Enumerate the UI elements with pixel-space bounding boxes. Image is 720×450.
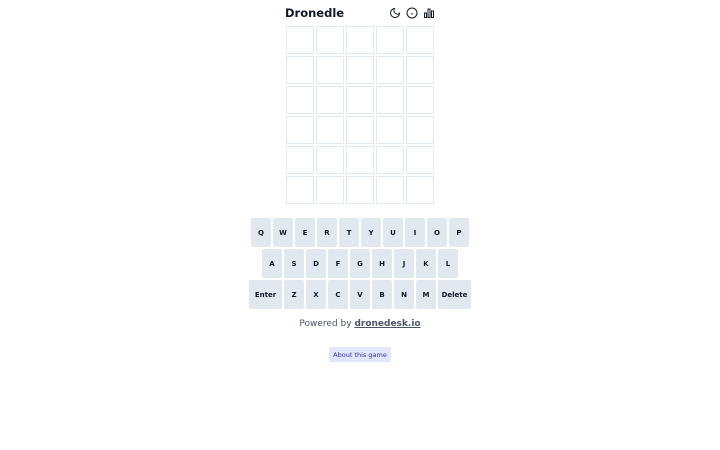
powered-by: Powered by dronedesk.io	[0, 319, 720, 329]
keyboard-row-1: QWERTYUIOP	[0, 218, 720, 247]
key-c[interactable]: C	[328, 280, 348, 309]
powered-by-prefix: Powered by	[299, 319, 352, 329]
dronedesk-link[interactable]: dronedesk.io	[354, 319, 420, 329]
moon-icon[interactable]	[388, 7, 401, 20]
grid-cell	[316, 116, 344, 144]
guess-grid	[286, 26, 434, 204]
key-e[interactable]: E	[295, 218, 315, 247]
bar-chart-icon[interactable]	[422, 7, 435, 20]
grid-cell	[406, 56, 434, 84]
grid-cell	[376, 176, 404, 204]
grid-cell	[346, 116, 374, 144]
key-t[interactable]: T	[339, 218, 359, 247]
grid-cell	[286, 86, 314, 114]
key-enter[interactable]: Enter	[249, 280, 282, 309]
keyboard: QWERTYUIOP ASDFGHJKL Enter Z X C V B N M Delete	[0, 218, 720, 311]
key-j[interactable]: J	[394, 249, 414, 278]
grid-cell	[376, 116, 404, 144]
game-title: Dronedle	[285, 6, 345, 20]
grid-cell	[406, 26, 434, 54]
game-app: Dronedle QWERTYUIOP ASDFGHJKL Enter Z X C V B…	[0, 0, 720, 450]
key-d[interactable]: D	[306, 249, 326, 278]
key-v[interactable]: V	[350, 280, 370, 309]
grid-cell	[346, 176, 374, 204]
key-m[interactable]: M	[416, 280, 436, 309]
grid-cell	[316, 176, 344, 204]
key-u[interactable]: U	[383, 218, 403, 247]
keyboard-row-3: Enter Z X C V B N M Delete	[0, 280, 720, 309]
grid-cell	[286, 146, 314, 174]
key-a[interactable]: A	[262, 249, 282, 278]
grid-cell	[346, 56, 374, 84]
key-y[interactable]: Y	[361, 218, 381, 247]
grid-cell	[316, 146, 344, 174]
grid-cell	[406, 116, 434, 144]
key-h[interactable]: H	[372, 249, 392, 278]
grid-cell	[376, 146, 404, 174]
grid-cell	[376, 86, 404, 114]
grid-cell	[286, 26, 314, 54]
grid-cell	[346, 26, 374, 54]
keyboard-row-2: ASDFGHJKL	[0, 249, 720, 278]
key-f[interactable]: F	[328, 249, 348, 278]
grid-cell	[286, 176, 314, 204]
grid-cell	[406, 146, 434, 174]
key-s[interactable]: S	[284, 249, 304, 278]
key-i[interactable]: I	[405, 218, 425, 247]
header-icons	[388, 7, 435, 20]
grid-cell	[376, 56, 404, 84]
key-w[interactable]: W	[273, 218, 293, 247]
key-l[interactable]: L	[438, 249, 458, 278]
key-n[interactable]: N	[394, 280, 414, 309]
key-q[interactable]: Q	[251, 218, 271, 247]
key-g[interactable]: G	[350, 249, 370, 278]
about-button[interactable]: About this game	[329, 347, 391, 362]
grid-cell	[406, 176, 434, 204]
grid-cell	[286, 116, 314, 144]
key-delete[interactable]: Delete	[438, 280, 471, 309]
grid-cell	[316, 56, 344, 84]
grid-cell	[346, 86, 374, 114]
header: Dronedle	[285, 4, 435, 22]
grid-cell	[316, 86, 344, 114]
key-o[interactable]: O	[427, 218, 447, 247]
grid-cell	[346, 146, 374, 174]
grid-cell	[406, 86, 434, 114]
grid-cell	[316, 26, 344, 54]
key-b[interactable]: B	[372, 280, 392, 309]
key-x[interactable]: X	[306, 280, 326, 309]
info-icon[interactable]	[405, 7, 418, 20]
key-k[interactable]: K	[416, 249, 436, 278]
key-z[interactable]: Z	[284, 280, 304, 309]
grid-cell	[286, 56, 314, 84]
key-r[interactable]: R	[317, 218, 337, 247]
grid-cell	[376, 26, 404, 54]
key-p[interactable]: P	[449, 218, 469, 247]
